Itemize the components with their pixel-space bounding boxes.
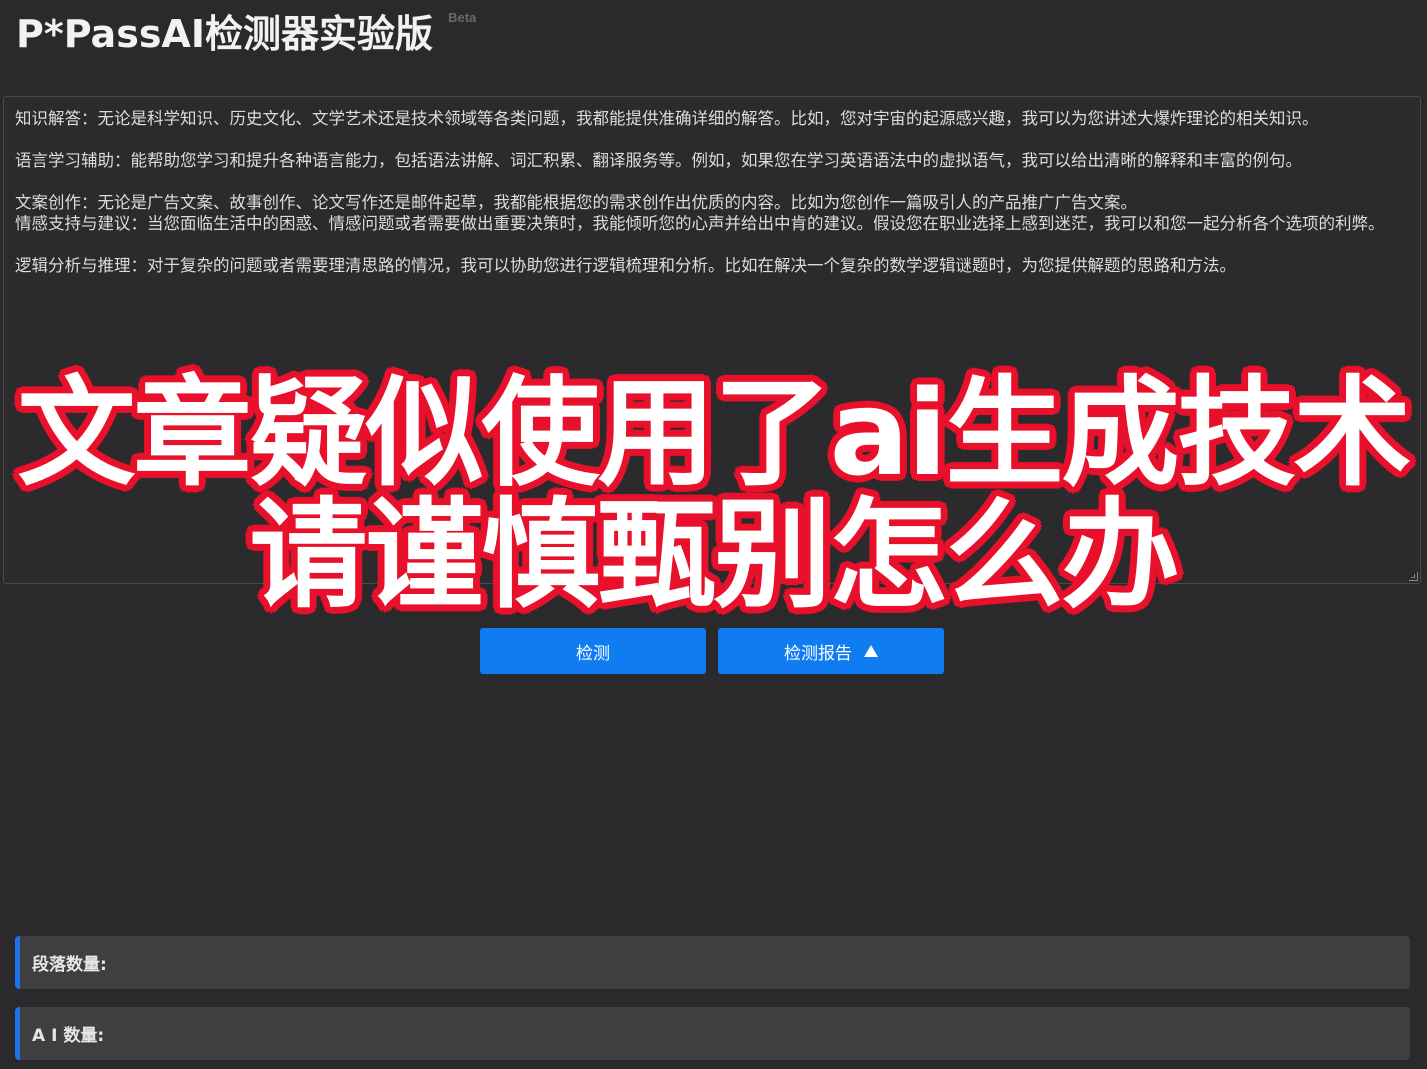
text-paragraph: 逻辑分析与推理：对于复杂的问题或者需要理清思路的情况，我可以协助您进行逻辑梳理和… [15, 256, 1236, 275]
paragraph-count-label: 段落数量: [32, 955, 107, 975]
text-paragraph: 文案创作：无论是广告文案、故事创作、论文写作还是邮件起草，我都能根据您的需求创作… [15, 193, 1137, 212]
action-buttons: 检测 检测报告 [480, 628, 944, 674]
paragraph-count-bar: 段落数量: [15, 936, 1410, 989]
report-button[interactable]: 检测报告 [718, 628, 944, 674]
page-title: P*PassAI检测器实验版 [16, 12, 433, 56]
resize-handle-icon[interactable] [1409, 572, 1418, 581]
ai-count-label: A I 数量: [32, 1026, 105, 1046]
text-paragraph: 语言学习辅助：能帮助您学习和提升各种语言能力，包括语法讲解、词汇积累、翻译服务等… [15, 151, 1302, 170]
ai-detector-page: P*PassAI检测器实验版 Beta 知识解答：无论是科学知识、历史文化、文学… [0, 0, 1427, 1069]
report-button-label: 检测报告 [784, 643, 852, 664]
text-input-content[interactable]: 知识解答：无论是科学知识、历史文化、文学艺术还是技术领域等各类问题，我都能提供准… [4, 97, 1420, 276]
page-header: P*PassAI检测器实验版 Beta [16, 8, 476, 68]
detect-button[interactable]: 检测 [480, 628, 706, 674]
ai-count-bar: A I 数量: [15, 1007, 1410, 1060]
text-paragraph: 情感支持与建议：当您面临生活中的困惑、情感问题或者需要做出重要决策时，我能倾听您… [15, 214, 1385, 233]
triangle-up-icon [864, 645, 878, 657]
text-input-area[interactable]: 知识解答：无论是科学知识、历史文化、文学艺术还是技术领域等各类问题，我都能提供准… [3, 96, 1421, 584]
text-paragraph: 知识解答：无论是科学知识、历史文化、文学艺术还是技术领域等各类问题，我都能提供准… [15, 109, 1319, 128]
detect-button-label: 检测 [576, 643, 610, 664]
beta-badge: Beta [448, 10, 477, 25]
